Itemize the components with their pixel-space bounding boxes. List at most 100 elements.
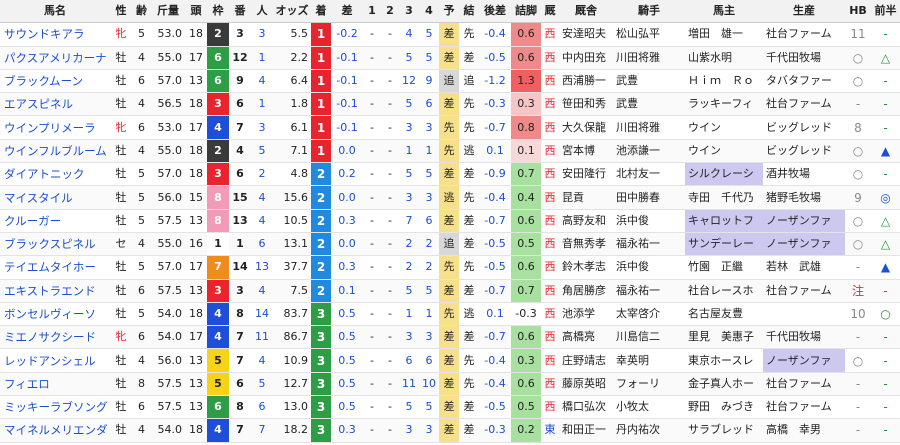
trainer-cell: 笹田和秀	[559, 92, 613, 117]
hb-mark-cell: ○	[845, 46, 871, 70]
finish-cell: 3	[311, 395, 331, 420]
column-header[interactable]: HB	[845, 0, 871, 24]
age-cell: 4	[132, 232, 151, 257]
column-header[interactable]: 4	[419, 0, 439, 24]
horse-name-link[interactable]: エキストラエンド	[4, 284, 96, 298]
sex-cell: 牝	[110, 115, 132, 140]
column-header[interactable]: 結	[459, 0, 479, 24]
column-header[interactable]: オッズ	[273, 0, 311, 24]
field-size-cell: 15	[185, 185, 207, 210]
odds-cell: 2.2	[273, 46, 311, 70]
finish-cell: 1	[311, 92, 331, 117]
column-header[interactable]: 3	[399, 0, 419, 24]
horse-name-link[interactable]: パクスアメリカーナ	[4, 51, 107, 65]
owner-cell: 山紫水明	[685, 46, 763, 70]
corner2-cell: -	[381, 69, 399, 94]
horse-name-link[interactable]: ミッキーラブソング	[4, 400, 108, 414]
jockey-cell: 池添謙一	[613, 139, 685, 164]
owner-cell: 増田 雄一	[685, 22, 763, 47]
sex-cell: 牡	[110, 92, 132, 117]
corner4-cell: 6	[419, 348, 439, 373]
weight-cell: 53.0	[151, 22, 185, 47]
column-header[interactable]: 枠	[207, 0, 229, 24]
column-header[interactable]: 性	[110, 0, 132, 24]
horse-name-link[interactable]: フィエロ	[4, 377, 50, 391]
horse-name-link[interactable]: ウインフルブルーム	[4, 144, 107, 158]
age-cell: 5	[132, 185, 151, 210]
horse-name-cell: フィエロ	[0, 372, 110, 397]
column-header[interactable]: 番	[229, 0, 251, 24]
first-half-mark-cell: -	[871, 418, 900, 443]
table-row: エアスピネル牡 4 56.5 18 3 6 1 1.8 1 -0.1- -5 6 差先 -0.3 0.3 西笹…	[0, 92, 900, 117]
last-diff-cell: -0.5	[479, 395, 511, 420]
horse-name-link[interactable]: マイスタイル	[4, 191, 73, 205]
stable-region-cell: 東	[541, 418, 559, 443]
predicted-style-cell: 差	[439, 418, 459, 443]
column-header[interactable]: 予	[439, 0, 459, 24]
column-header[interactable]: 生産	[763, 0, 845, 24]
margin-cell: -0.1	[331, 92, 363, 117]
column-header[interactable]: 着	[311, 0, 331, 24]
closing-speed-cell: 0.1	[511, 139, 541, 164]
stable-region-cell: 西	[541, 92, 559, 117]
horse-name-link[interactable]: ブラックスピネル	[4, 237, 96, 251]
hb-mark-cell: 10	[845, 302, 871, 327]
horse-name-link[interactable]: レッドアンシェル	[4, 354, 96, 368]
last-diff-cell: -0.7	[479, 325, 511, 350]
column-header[interactable]: 1	[363, 0, 381, 24]
column-header[interactable]: 馬主	[685, 0, 763, 24]
stable-region-cell: 西	[541, 46, 559, 70]
horse-name-link[interactable]: ウインプリメーラ	[4, 121, 96, 135]
horse-name-link[interactable]: マイネルメリエンダ	[4, 423, 108, 437]
owner-cell: ウイン	[685, 115, 763, 140]
column-header[interactable]: 人	[251, 0, 273, 24]
horse-name-link[interactable]: ダイアトニック	[4, 167, 85, 181]
column-header[interactable]: 斤量	[151, 0, 185, 24]
column-header[interactable]: 詰脚	[511, 0, 541, 24]
finish-cell: 3	[311, 348, 331, 373]
column-header[interactable]: 厩	[541, 0, 559, 24]
trainer-cell: 中内田充	[559, 46, 613, 70]
column-header[interactable]: 馬名	[0, 0, 110, 24]
horse-name-link[interactable]: ボンセルヴィーソ	[4, 307, 96, 321]
weight-cell: 57.0	[151, 69, 185, 94]
first-half-mark-cell: -	[871, 395, 900, 420]
horse-name-link[interactable]: ミエノサクシード	[4, 330, 96, 344]
horse-name-link[interactable]: クルーガー	[4, 214, 61, 228]
weight-cell: 55.0	[151, 232, 185, 257]
column-header[interactable]: 頭	[185, 0, 207, 24]
popularity-cell: 1	[251, 92, 273, 117]
breeder-cell: 猪野毛牧場	[763, 185, 845, 210]
corner3-cell: 12	[399, 69, 419, 94]
odds-cell: 15.6	[273, 185, 311, 210]
predicted-style-cell: 差	[439, 46, 459, 70]
horse-name-cell: テイエムタイホー	[0, 255, 110, 280]
field-size-cell: 13	[185, 395, 207, 420]
odds-cell: 10.9	[273, 348, 311, 373]
breeder-cell: ノーザンファ	[763, 209, 845, 233]
column-header[interactable]: 厩舎	[559, 0, 613, 24]
owner-cell: 竹園 正繼	[685, 255, 763, 280]
horse-number-cell: 4	[229, 139, 251, 164]
column-header[interactable]: 2	[381, 0, 399, 24]
corner2-cell: -	[381, 162, 399, 187]
column-header[interactable]: 齢	[132, 0, 151, 24]
owner-cell: ウイン	[685, 139, 763, 164]
odds-cell: 5.5	[273, 22, 311, 47]
table-row: ミエノサクシード牝 6 54.0 17 4 7 11 86.7 3 0.5- -3 3 差差 -0.7 0.…	[0, 325, 900, 350]
breeder-cell: 社台ファーム	[763, 22, 845, 47]
horse-name-link[interactable]: テイエムタイホー	[4, 260, 96, 274]
sex-cell: 牡	[110, 255, 132, 280]
horse-name-link[interactable]: エアスピネル	[4, 97, 73, 111]
column-header[interactable]: 差	[331, 0, 363, 24]
column-header[interactable]: 騎手	[613, 0, 685, 24]
horse-number-cell: 3	[229, 279, 251, 303]
trainer-cell: 庄野靖志	[559, 348, 613, 373]
column-header[interactable]: 後差	[479, 0, 511, 24]
horse-name-link[interactable]: ブラックムーン	[4, 74, 83, 88]
horse-name-link[interactable]: サウンドキアラ	[4, 27, 85, 41]
column-header[interactable]: 前半	[871, 0, 900, 24]
last-diff-cell: -0.3	[479, 92, 511, 117]
stable-region-cell: 西	[541, 348, 559, 373]
field-size-cell: 18	[185, 92, 207, 117]
